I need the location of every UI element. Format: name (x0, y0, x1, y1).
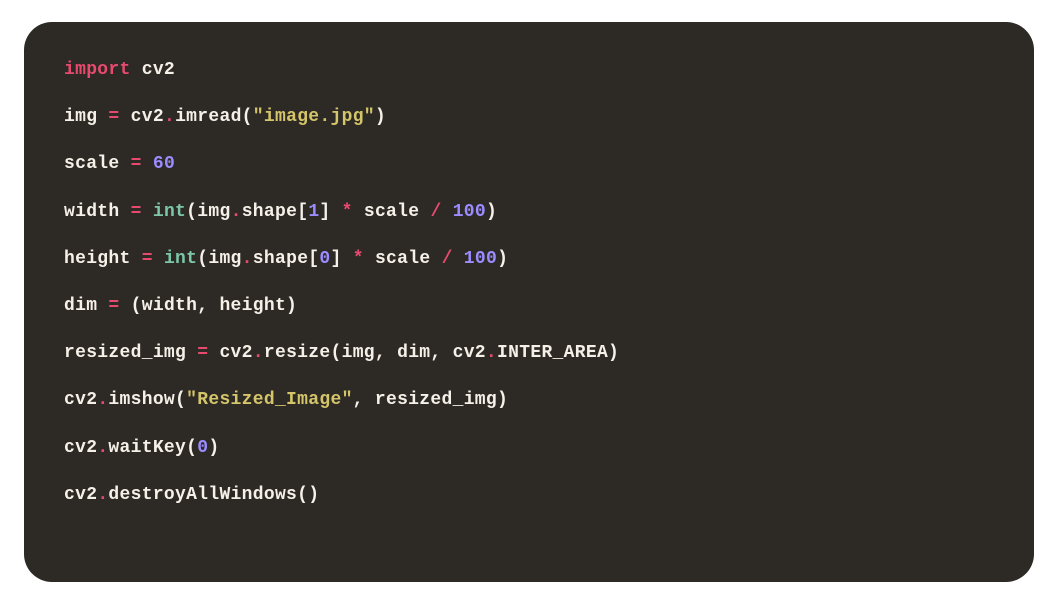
code-token: resized_img (64, 343, 197, 363)
code-token: = (197, 343, 208, 363)
code-token: cv2 (64, 390, 97, 410)
code-line-3: width = int(img.shape[1] * scale / 100) (64, 200, 994, 225)
code-token (142, 202, 153, 222)
code-token: img (64, 107, 108, 127)
code-token: INTER_AREA) (497, 343, 619, 363)
code-line-6: resized_img = cv2.resize(img, dim, cv2.I… (64, 341, 994, 366)
code-token: width (64, 202, 131, 222)
code-line-2: scale = 60 (64, 152, 994, 177)
code-token: scale (364, 249, 442, 269)
code-token: = (142, 249, 153, 269)
code-token: . (231, 202, 242, 222)
code-token: / (442, 249, 453, 269)
code-line-0: import cv2 (64, 58, 994, 83)
code-token (442, 202, 453, 222)
code-token: (width, height) (120, 296, 298, 316)
code-line-1: img = cv2.imread("image.jpg") (64, 105, 994, 130)
code-token: imread( (175, 107, 253, 127)
code-token: , resized_img) (353, 390, 508, 410)
code-line-9: cv2.destroyAllWindows() (64, 483, 994, 508)
code-token: ] (319, 202, 341, 222)
code-token: . (97, 485, 108, 505)
code-token: 0 (319, 249, 330, 269)
code-token: ) (375, 107, 386, 127)
code-token: int (153, 202, 186, 222)
code-token: cv2 (208, 343, 252, 363)
code-line-5: dim = (width, height) (64, 294, 994, 319)
code-line-7: cv2.imshow("Resized_Image", resized_img) (64, 388, 994, 413)
code-token: . (253, 343, 264, 363)
code-token: dim (64, 296, 108, 316)
code-token: ) (497, 249, 508, 269)
code-token (153, 249, 164, 269)
code-lines-container: import cv2img = cv2.imread("image.jpg")s… (64, 58, 994, 508)
code-token (453, 249, 464, 269)
code-token: cv2 (64, 438, 97, 458)
code-token: cv2 (131, 60, 175, 80)
code-token: scale (353, 202, 431, 222)
code-token: . (242, 249, 253, 269)
code-token: ) (486, 202, 497, 222)
code-token: * (353, 249, 364, 269)
code-token: "Resized_Image" (186, 390, 353, 410)
code-token: (img (197, 249, 241, 269)
code-token: = (131, 154, 142, 174)
code-token: shape[ (242, 202, 309, 222)
code-token: = (131, 202, 142, 222)
code-token: cv2 (64, 485, 97, 505)
code-token: cv2 (120, 107, 164, 127)
code-line-4: height = int(img.shape[0] * scale / 100) (64, 247, 994, 272)
code-token: scale (64, 154, 131, 174)
code-token: / (430, 202, 441, 222)
code-token: imshow( (108, 390, 186, 410)
code-token (142, 154, 153, 174)
code-token: (img (186, 202, 230, 222)
code-token: = (108, 296, 119, 316)
code-token: ) (208, 438, 219, 458)
code-token: * (342, 202, 353, 222)
code-token: . (164, 107, 175, 127)
code-token: . (97, 438, 108, 458)
code-token: import (64, 60, 131, 80)
code-block: import cv2img = cv2.imread("image.jpg")s… (24, 22, 1034, 582)
code-token: 100 (464, 249, 497, 269)
code-token: height (64, 249, 142, 269)
code-token: resize(img, dim, cv2 (264, 343, 486, 363)
code-token: destroyAllWindows() (108, 485, 319, 505)
code-token: = (108, 107, 119, 127)
code-token: 100 (453, 202, 486, 222)
code-token: int (164, 249, 197, 269)
code-token: shape[ (253, 249, 320, 269)
code-token: 0 (197, 438, 208, 458)
code-token: 1 (308, 202, 319, 222)
code-line-8: cv2.waitKey(0) (64, 436, 994, 461)
code-token: waitKey( (108, 438, 197, 458)
code-token: . (97, 390, 108, 410)
code-token: "image.jpg" (253, 107, 375, 127)
code-token: ] (331, 249, 353, 269)
code-token: 60 (153, 154, 175, 174)
code-token: . (486, 343, 497, 363)
